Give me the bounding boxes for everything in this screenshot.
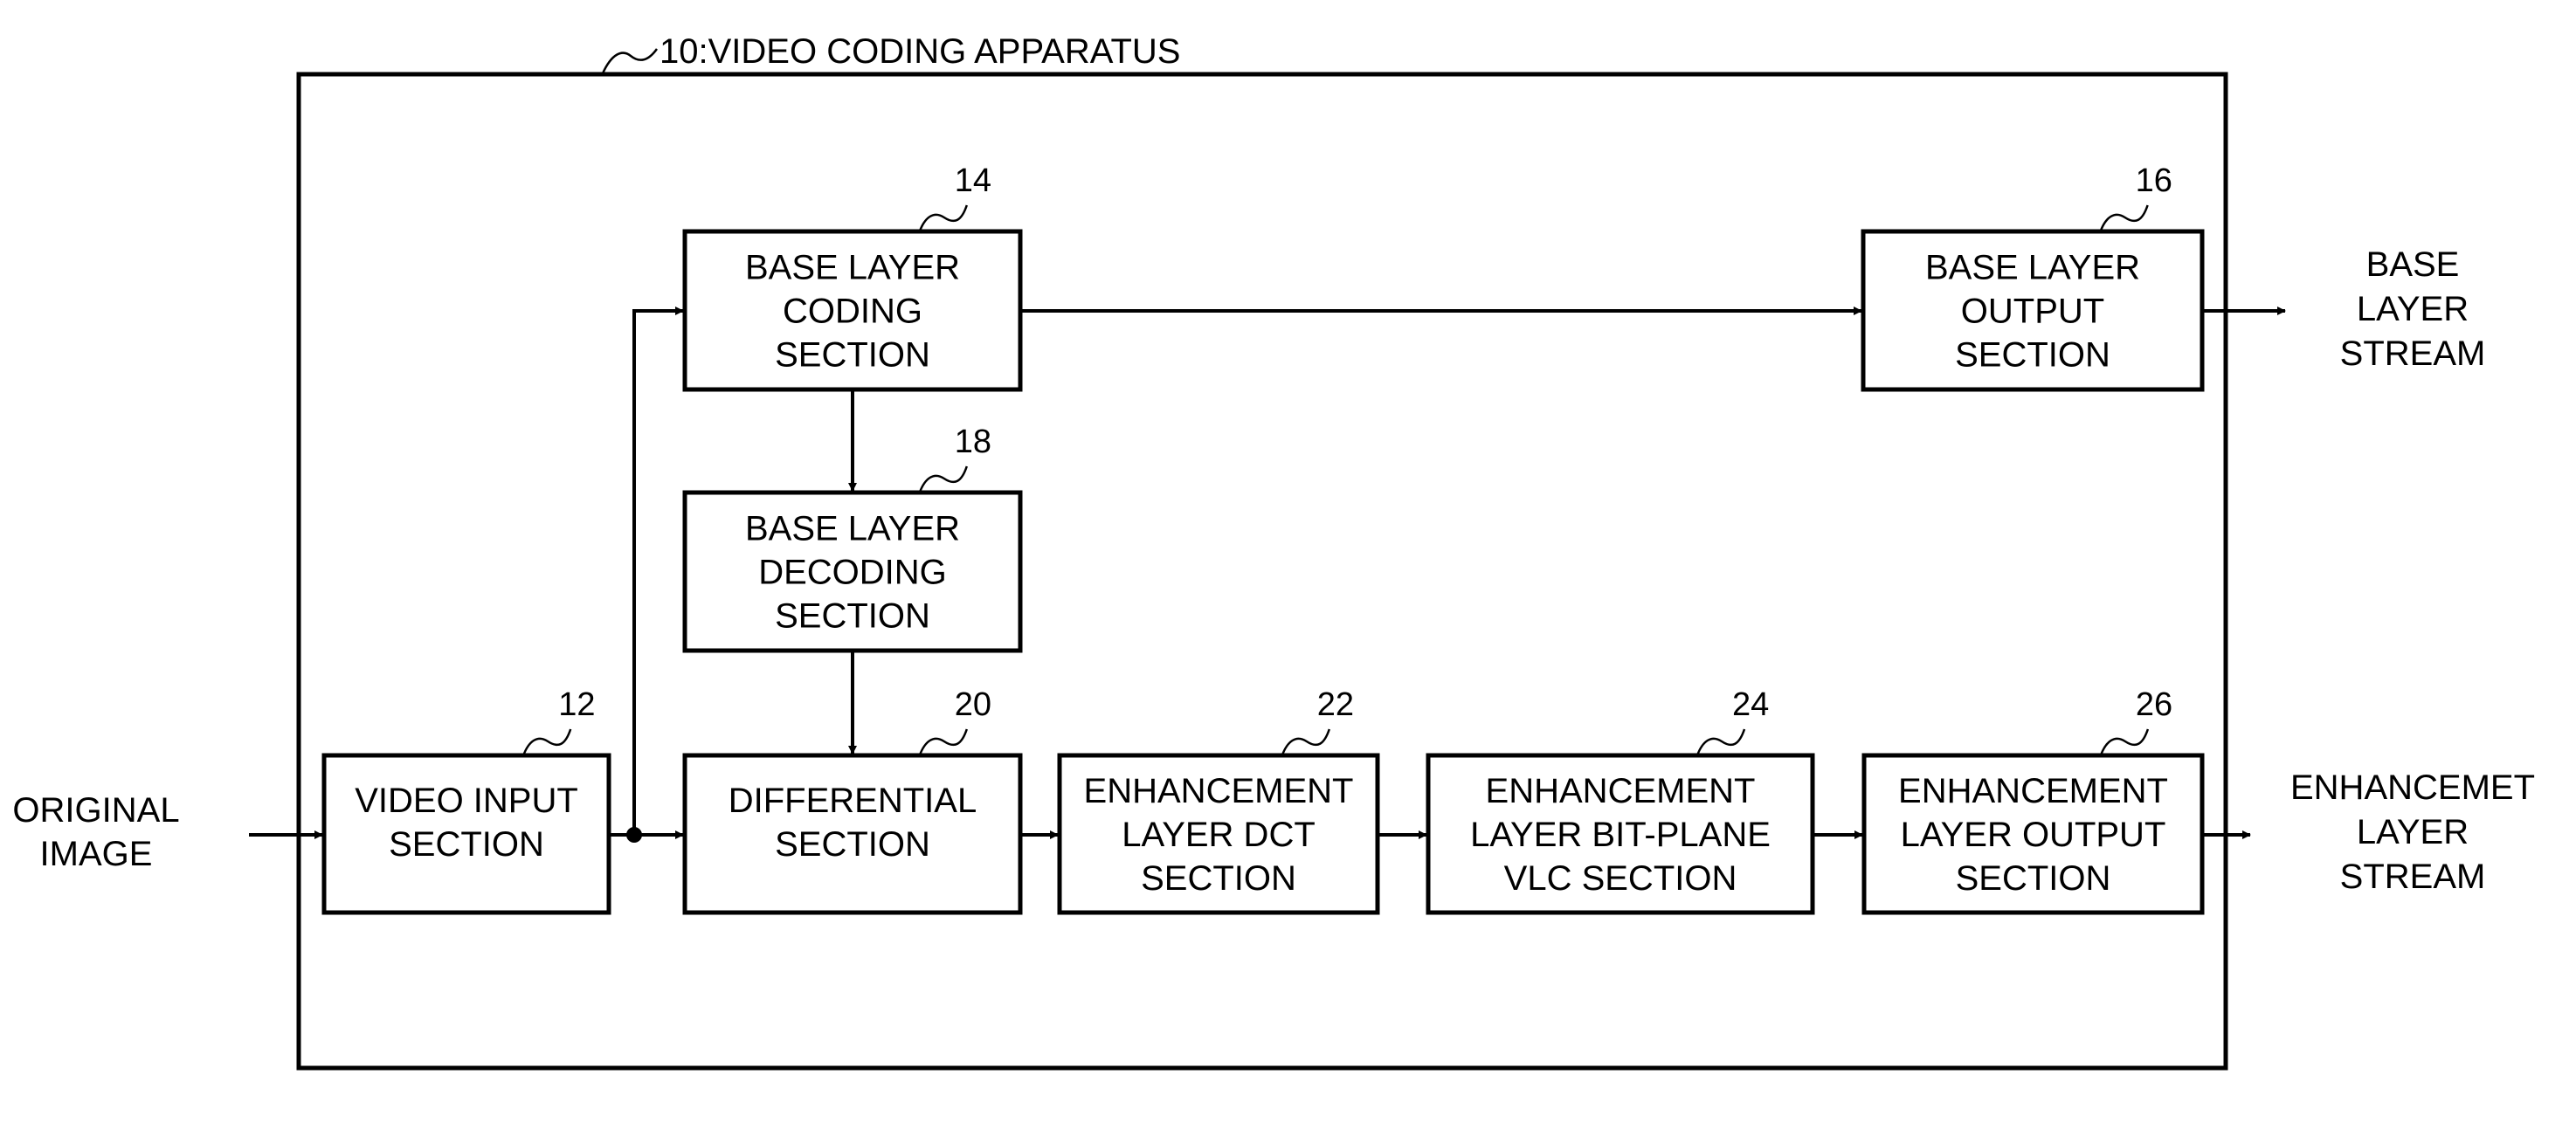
reference-number: 26 bbox=[2136, 686, 2172, 723]
block-label-line: DIFFERENTIAL bbox=[729, 782, 977, 820]
block-label-line: DECODING bbox=[758, 554, 947, 592]
block-label-line: CODING bbox=[783, 293, 922, 331]
reference-number: 18 bbox=[955, 424, 991, 460]
block-label-line: SECTION bbox=[389, 825, 544, 864]
block-label-line: LAYER BIT-PLANE bbox=[1470, 816, 1771, 854]
reference-number: 12 bbox=[558, 686, 595, 723]
reference-number: 16 bbox=[2136, 162, 2172, 199]
enh-stream-label-line-3: STREAM bbox=[2340, 858, 2486, 896]
input-label-line-1: ORIGINAL bbox=[12, 791, 179, 830]
block-label-line: SECTION bbox=[1141, 859, 1296, 898]
reference-number: 24 bbox=[1732, 686, 1769, 723]
blocks: 12 VIDEO INPUT SECTION 14 BASE LAYER CODING SE… bbox=[321, 162, 2205, 915]
enhancement-layer-bitplane-vlc-section: 24 ENHANCEMENT LAYER BIT-PLANE VLC SECTION bbox=[1426, 686, 1815, 915]
apparatus-leader-line bbox=[601, 48, 659, 74]
leader-line bbox=[2099, 204, 2149, 232]
apparatus-boundary bbox=[296, 72, 2228, 1071]
leader-line bbox=[522, 728, 572, 756]
leader-line bbox=[1695, 728, 1746, 756]
apparatus-title: 10:VIDEO CODING APPARATUS bbox=[660, 32, 1180, 71]
block-label-line: ENHANCEMENT bbox=[1486, 772, 1756, 810]
block-label-line: OUTPUT bbox=[1961, 293, 2104, 331]
junction-dot bbox=[626, 827, 642, 843]
reference-number: 14 bbox=[955, 162, 991, 199]
enh-stream-label-line-1: ENHANCEMET bbox=[2290, 768, 2535, 807]
enhancement-layer-dct-section: 22 ENHANCEMENT LAYER DCT SECTION bbox=[1057, 686, 1380, 915]
block-label-line: BASE LAYER bbox=[745, 249, 960, 287]
block-label-line: VIDEO INPUT bbox=[355, 782, 578, 820]
block-label-line: ENHANCEMENT bbox=[1084, 772, 1354, 810]
video-input-section: 12 VIDEO INPUT SECTION bbox=[321, 686, 611, 915]
block-label-line: LAYER DCT bbox=[1122, 816, 1316, 854]
leader-line bbox=[918, 204, 968, 232]
base-layer-coding-section: 14 BASE LAYER CODING SECTION bbox=[682, 162, 1023, 392]
base-stream-label-line-2: LAYER bbox=[2357, 290, 2469, 328]
reference-number: 22 bbox=[1317, 686, 1354, 723]
arrow-video-input-to-base-coding bbox=[632, 307, 684, 835]
block-label-line: VLC SECTION bbox=[1504, 859, 1737, 898]
leader-line bbox=[1281, 728, 1330, 756]
leader-line bbox=[2099, 728, 2150, 756]
reference-number: 20 bbox=[955, 686, 991, 723]
block-label-line: SECTION bbox=[1955, 336, 2110, 375]
block-label-line: SECTION bbox=[775, 336, 930, 375]
block-label-line: ENHANCEMENT bbox=[1898, 772, 2168, 810]
base-stream-label-line-1: BASE bbox=[2366, 245, 2460, 284]
leader-line bbox=[918, 465, 968, 493]
block-label-line: SECTION bbox=[1956, 859, 2111, 898]
video-coding-apparatus-diagram: 10:VIDEO CODING APPARATUS 12 VIDEO INPUT S… bbox=[12, 32, 2535, 1071]
leader-line bbox=[918, 728, 968, 756]
block-label-line: LAYER OUTPUT bbox=[1901, 816, 2166, 854]
input-label-line-2: IMAGE bbox=[40, 835, 153, 873]
enhancement-layer-output-section: 26 ENHANCEMENT LAYER OUTPUT SECTION bbox=[1861, 686, 2205, 915]
block-label-line: BASE LAYER bbox=[1925, 249, 2140, 287]
block-label-line: SECTION bbox=[775, 825, 930, 864]
block-label-line: BASE LAYER bbox=[745, 510, 960, 548]
enh-stream-label-line-2: LAYER bbox=[2357, 813, 2469, 851]
base-layer-output-section: 16 BASE LAYER OUTPUT SECTION bbox=[1861, 162, 2205, 392]
base-stream-label-line-3: STREAM bbox=[2340, 334, 2486, 373]
block-label-line: SECTION bbox=[775, 597, 930, 636]
